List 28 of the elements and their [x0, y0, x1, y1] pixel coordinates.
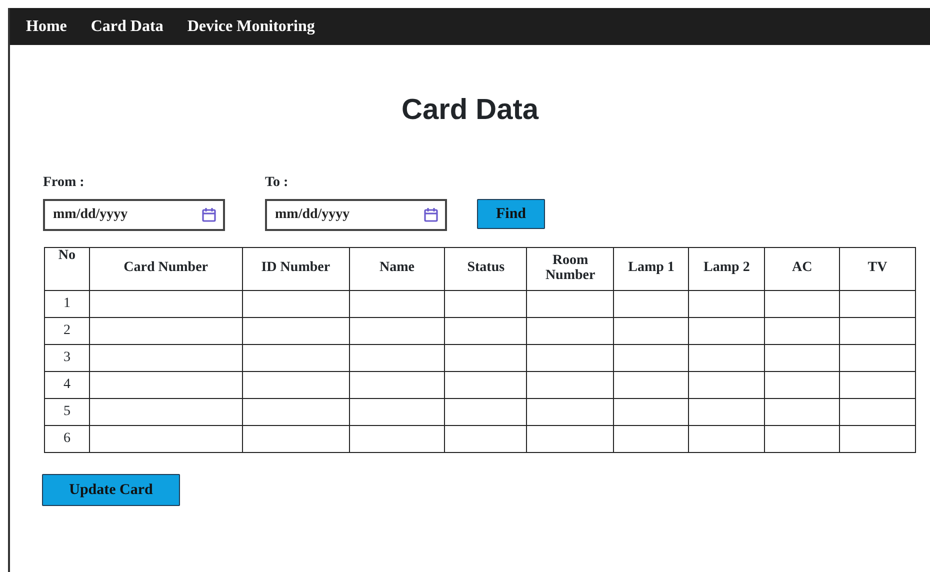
- column-header: Lamp 2: [688, 247, 765, 290]
- table-cell: 2: [44, 317, 90, 344]
- nav-link[interactable]: Home: [26, 14, 67, 38]
- column-header: AC: [764, 247, 840, 290]
- calendar-icon[interactable]: [202, 206, 216, 222]
- column-header: Name: [349, 247, 445, 290]
- update-card-button[interactable]: Update Card: [42, 474, 180, 506]
- table-cell: 6: [44, 425, 90, 452]
- table-cell: 1: [44, 290, 90, 318]
- date-field[interactable]: mm/dd/yyyy: [265, 198, 447, 231]
- field-label: From :: [43, 174, 86, 192]
- column-header: ID Number: [242, 247, 350, 290]
- nav-link[interactable]: Device Monitoring: [187, 14, 315, 38]
- find-button[interactable]: Find: [477, 198, 545, 229]
- column-header: TV: [840, 247, 916, 290]
- field-label: To :: [265, 174, 290, 192]
- column-header: Card Number: [89, 247, 242, 290]
- table-cell: 4: [44, 371, 90, 398]
- date-field[interactable]: mm/dd/yyyy: [43, 198, 225, 231]
- calendar-icon[interactable]: [424, 206, 438, 222]
- nav-link[interactable]: Card Data: [90, 14, 164, 38]
- column-header: Lamp 1: [614, 247, 689, 290]
- column-header: Room Number: [526, 247, 614, 290]
- table-cell: 5: [44, 398, 90, 426]
- column-header: Status: [444, 247, 527, 290]
- page-title: Card Data: [400, 93, 540, 128]
- column-header: No: [44, 247, 90, 290]
- table-cell: 3: [44, 344, 90, 372]
